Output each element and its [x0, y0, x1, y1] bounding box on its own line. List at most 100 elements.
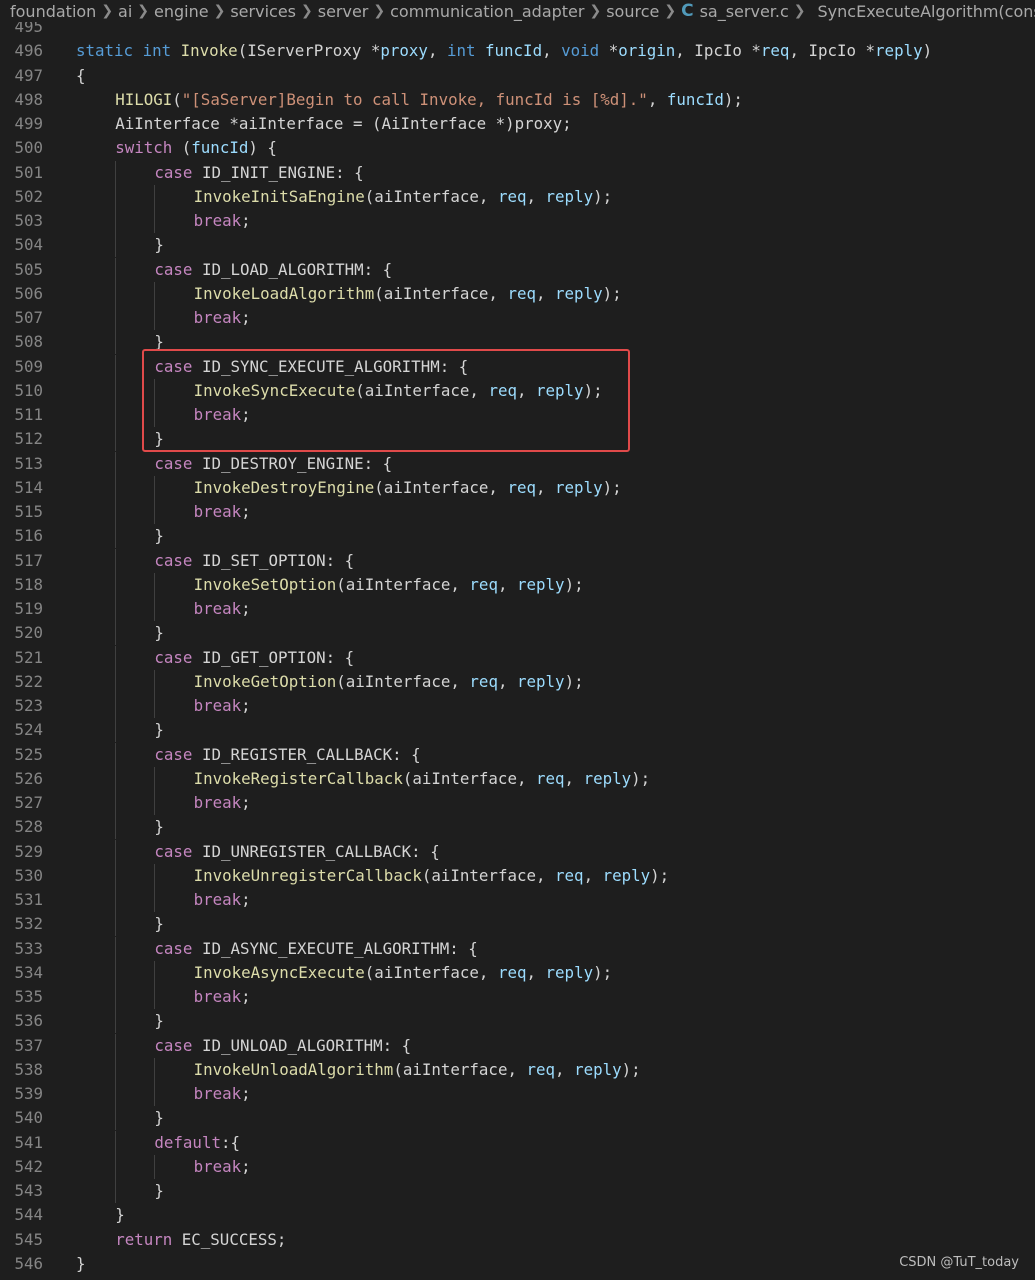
code-line[interactable]: 545 return EC_SUCCESS; — [0, 1228, 1035, 1252]
code-token: } — [154, 429, 164, 449]
code-line[interactable]: 529 case ID_UNREGISTER_CALLBACK: { — [0, 839, 1035, 864]
code-line[interactable]: 522 InvokeGetOption(aiInterface, req, rep… — [0, 669, 1035, 694]
code-token: (aiInterface, — [364, 186, 498, 206]
line-number: 521 — [14, 647, 43, 667]
code-token: (aiInterface, — [374, 283, 508, 303]
code-line[interactable]: 518 InvokeSetOption(aiInterface, req, rep… — [0, 572, 1035, 597]
code-line[interactable]: 524} — [0, 718, 1035, 743]
code-editor[interactable]: 495 496 static int Invoke(IServerProxy *pr… — [0, 19, 1035, 1280]
code-line[interactable]: 515 break; — [0, 500, 1035, 524]
code-token: ID_DESTROY_ENGINE: { — [201, 453, 393, 473]
indent-guide — [115, 330, 117, 355]
code-line[interactable]: 535 break; — [0, 985, 1035, 1009]
code-line[interactable]: 521 case ID_GET_OPTION: { — [0, 645, 1035, 670]
code-line[interactable]: 510 InvokeSyncExecute(aiInterface, req, r… — [0, 378, 1035, 403]
code-line[interactable]: 519 break; — [0, 597, 1035, 621]
code-line[interactable]: 503 break; — [0, 209, 1035, 233]
code-token: ID_UNREGISTER_CALLBACK: { — [201, 841, 440, 861]
code-token: break — [193, 696, 242, 715]
code-line[interactable]: 528} — [0, 815, 1035, 840]
code-line[interactable]: 496 static int Invoke(IServerProxy *proxy… — [0, 39, 1035, 63]
code-line[interactable]: 520} — [0, 621, 1035, 646]
breadcrumb-item[interactable]: services — [230, 2, 296, 21]
code-line[interactable]: 533 case ID_ASYNC_EXECUTE_ALGORITHM: { — [0, 936, 1035, 961]
line-number: 504 — [14, 235, 43, 255]
breadcrumb-item[interactable]: ai — [118, 2, 132, 21]
code-line[interactable]: 534 InvokeAsyncExecute(aiInterface, req, … — [0, 960, 1035, 985]
code-token: InvokeInitSaEngine — [193, 186, 365, 206]
code-token: (aiInterface, — [364, 962, 498, 982]
code-token: case — [154, 356, 202, 376]
code-line[interactable]: 536} — [0, 1009, 1035, 1034]
code-line[interactable]: 508} — [0, 330, 1035, 355]
line-number: 514 — [14, 477, 43, 497]
code-line[interactable]: 530 InvokeUnregisterCallback(aiInterface,… — [0, 863, 1035, 888]
code-line[interactable]: 497 { — [0, 64, 1035, 88]
line-number: 508 — [14, 332, 43, 352]
code-token: (aiInterface, — [402, 768, 536, 788]
indent-guide — [154, 306, 156, 330]
code-token: InvokeAsyncExecute — [193, 962, 365, 982]
code-line[interactable]: 542 break; — [0, 1154, 1035, 1179]
code-token: break — [193, 502, 242, 521]
code-token: void — [561, 41, 609, 61]
code-token: } — [154, 720, 164, 740]
code-line[interactable]: 539 break; — [0, 1082, 1035, 1106]
code-line[interactable]: 525 case ID_REGISTER_CALLBACK: { — [0, 742, 1035, 767]
code-token: , — [647, 89, 667, 109]
indent-guide — [115, 694, 117, 718]
line-number: 545 — [14, 1229, 43, 1249]
indent-guide — [115, 815, 117, 840]
code-token: reply — [517, 671, 565, 691]
code-line[interactable]: 527 break; — [0, 791, 1035, 815]
code-line[interactable]: 512} — [0, 427, 1035, 452]
code-line[interactable]: 523 break; — [0, 694, 1035, 718]
code-line[interactable]: 506 InvokeLoadAlgorithm(aiInterface, req,… — [0, 281, 1035, 306]
line-number: 530 — [14, 865, 43, 885]
breadcrumb-item[interactable]: foundation — [10, 2, 96, 21]
line-number: 495 — [14, 19, 43, 36]
code-token: ) — [922, 41, 933, 61]
code-line[interactable]: 499 AiInterface *aiInterface = (AiInterfa… — [0, 112, 1035, 136]
breadcrumb-item[interactable]: server — [318, 2, 369, 21]
code-line[interactable]: 502 InvokeInitSaEngine(aiInterface, req, … — [0, 184, 1035, 209]
code-line[interactable]: 513 case ID_DESTROY_ENGINE: { — [0, 451, 1035, 476]
code-token: case — [154, 938, 202, 958]
breadcrumb-item[interactable]: source — [606, 2, 659, 21]
breadcrumb-symbol[interactable]: SyncExecuteAlgorithm(const ClientI — [818, 2, 1035, 21]
code-text: InvokeAsyncExecute(aiInterface, req, rep… — [194, 961, 613, 985]
breadcrumb-item[interactable]: engine — [154, 2, 209, 21]
code-line[interactable]: 543} — [0, 1179, 1035, 1203]
code-line[interactable]: 498 HILOGI("[SaServer]Begin to call Invok… — [0, 88, 1035, 112]
code-line[interactable]: 538 InvokeUnloadAlgorithm(aiInterface, re… — [0, 1057, 1035, 1082]
indent-guide — [115, 524, 117, 549]
code-line[interactable]: 516} — [0, 524, 1035, 549]
breadcrumb-file[interactable]: sa_server.c — [700, 2, 789, 21]
code-line[interactable]: 501 case ID_INIT_ENGINE: { — [0, 160, 1035, 185]
line-number: 501 — [14, 162, 43, 182]
code-line[interactable]: 509 case ID_SYNC_EXECUTE_ALGORITHM: { — [0, 354, 1035, 379]
code-line[interactable]: 526 InvokeRegisterCallback(aiInterface, r… — [0, 766, 1035, 791]
code-line[interactable]: 511 break; — [0, 403, 1035, 427]
code-line[interactable]: 507 break; — [0, 306, 1035, 330]
code-line[interactable]: 495 — [0, 19, 1035, 39]
code-line[interactable]: 546} — [0, 1252, 1035, 1276]
code-line[interactable]: 540} — [0, 1106, 1035, 1131]
code-token: case — [154, 841, 202, 861]
code-line[interactable]: 544} — [0, 1203, 1035, 1227]
breadcrumb-item[interactable]: communication_adapter — [390, 2, 584, 21]
code-line[interactable]: 505 case ID_LOAD_ALGORITHM: { — [0, 257, 1035, 282]
code-line[interactable]: 504} — [0, 233, 1035, 258]
code-line[interactable]: 500 switch (funcId) { — [0, 136, 1035, 160]
code-line[interactable]: 514 InvokeDestroyEngine(aiInterface, req,… — [0, 475, 1035, 500]
code-line[interactable]: 532} — [0, 912, 1035, 937]
code-line[interactable]: 537 case ID_UNLOAD_ALGORITHM: { — [0, 1033, 1035, 1058]
code-line[interactable]: 541 default:{ — [0, 1130, 1035, 1155]
code-token: ( — [172, 89, 182, 109]
indent-guide — [115, 209, 117, 233]
code-token: ID_SYNC_EXECUTE_ALGORITHM: { — [201, 356, 469, 376]
line-number: 537 — [14, 1035, 43, 1055]
code-line[interactable]: 531 break; — [0, 888, 1035, 912]
code-token: (aiInterface, — [336, 671, 470, 691]
code-line[interactable]: 517 case ID_SET_OPTION: { — [0, 548, 1035, 573]
